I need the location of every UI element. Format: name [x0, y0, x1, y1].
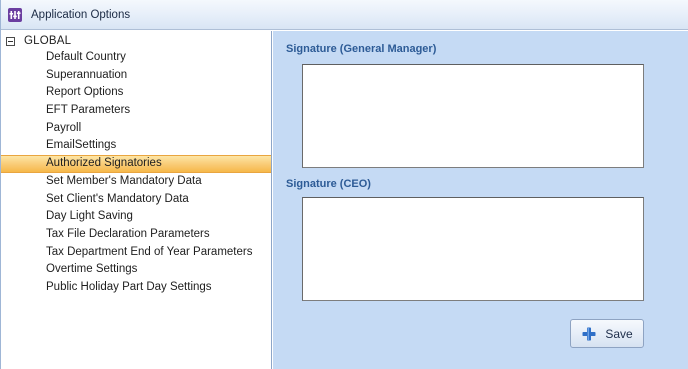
- tree-item-payroll[interactable]: Payroll: [1, 120, 271, 138]
- signatories-panel: Signature (General Manager) Signature (C…: [273, 31, 688, 369]
- tree-item-tax-file-declaration[interactable]: Tax File Declaration Parameters: [1, 226, 271, 244]
- app-options-icon: [8, 8, 22, 22]
- tree-item-authorized-signatories[interactable]: Authorized Signatories: [1, 155, 271, 173]
- tree-item-report-options[interactable]: Report Options: [1, 84, 271, 102]
- tree-item-superannuation[interactable]: Superannuation: [1, 67, 271, 85]
- tree-item-eft-parameters[interactable]: EFT Parameters: [1, 102, 271, 120]
- save-button[interactable]: Save: [570, 319, 644, 348]
- tree-root-global[interactable]: GLOBAL: [6, 33, 71, 49]
- plus-icon: [582, 327, 596, 340]
- window-title: Application Options: [31, 9, 131, 21]
- tree-item-email-settings[interactable]: EmailSettings: [1, 137, 271, 155]
- tree-item-clients-mandatory-data[interactable]: Set Client's Mandatory Data: [1, 191, 271, 209]
- title-bar: Application Options: [1, 0, 688, 30]
- tree-item-day-light-saving[interactable]: Day Light Saving: [1, 208, 271, 226]
- signature-gm-box[interactable]: [302, 64, 644, 168]
- signature-ceo-box[interactable]: [302, 197, 644, 301]
- signature-ceo-label: Signature (CEO): [286, 178, 371, 190]
- tree-root-label: GLOBAL: [24, 35, 72, 47]
- tree-item-default-country[interactable]: Default Country: [1, 49, 271, 67]
- tree-item-members-mandatory-data[interactable]: Set Member's Mandatory Data: [1, 173, 271, 191]
- application-options-window: Application Options GLOBAL Default Count…: [0, 0, 688, 369]
- options-tree: GLOBAL Default Country Superannuation Re…: [1, 31, 272, 369]
- save-button-label: Save: [605, 326, 633, 341]
- tree-item-tax-end-of-year[interactable]: Tax Department End of Year Parameters: [1, 244, 271, 262]
- collapse-minus-icon[interactable]: [6, 36, 15, 46]
- signature-gm-label: Signature (General Manager): [286, 43, 437, 55]
- tree-item-public-holiday-part-day[interactable]: Public Holiday Part Day Settings: [1, 279, 271, 297]
- tree-item-overtime-settings[interactable]: Overtime Settings: [1, 261, 271, 279]
- tree-item-list: Default Country Superannuation Report Op…: [1, 49, 271, 297]
